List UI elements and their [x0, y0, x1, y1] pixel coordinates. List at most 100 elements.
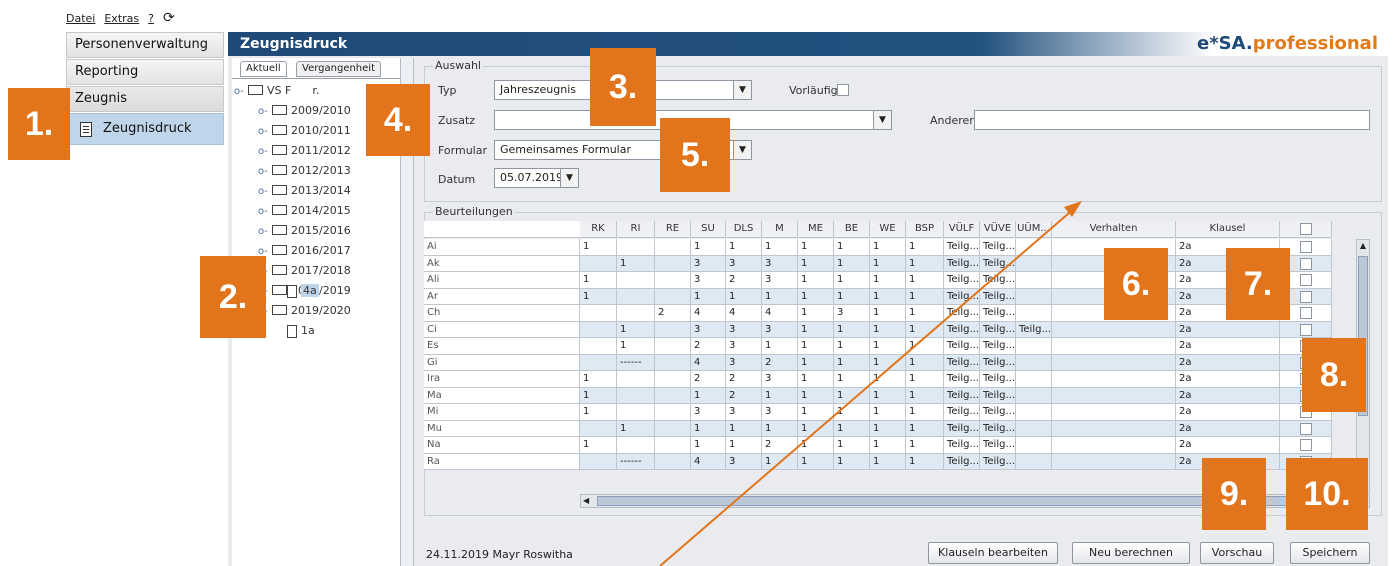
tree-year[interactable]: ο- 2015/2016	[258, 222, 351, 240]
row-checkbox[interactable]	[1300, 274, 1312, 286]
callout-4: 4.	[366, 84, 430, 156]
vorschau-button[interactable]: Vorschau	[1200, 542, 1274, 564]
table-row-name[interactable]: Mi	[424, 404, 580, 421]
row-select-cell[interactable]	[1280, 437, 1332, 454]
table-row-name[interactable]: Ci	[424, 321, 580, 338]
select-all-checkbox[interactable]	[1300, 223, 1312, 235]
row-checkbox[interactable]	[1300, 241, 1312, 253]
document-list-icon	[80, 122, 92, 137]
row-select-cell[interactable]	[1280, 321, 1332, 338]
folder-icon	[272, 205, 287, 215]
table-row-name[interactable]: Ak	[424, 255, 580, 272]
nav-zeugnisdruck[interactable]: Zeugnisdruck	[66, 113, 224, 145]
tree-year[interactable]: ο- 2012/2013	[258, 162, 351, 180]
nav-personenverwaltung[interactable]: Personenverwaltung	[66, 32, 224, 58]
table-cell[interactable]	[580, 453, 617, 470]
arrow-up-icon[interactable]: ▲	[1357, 240, 1369, 252]
row-checkbox[interactable]	[1300, 422, 1312, 435]
table-cell[interactable]: 2a	[1176, 321, 1280, 338]
tree-class-1a[interactable]: 1a	[287, 322, 315, 340]
table-cell[interactable]: 1	[580, 371, 617, 388]
arrow-left-icon[interactable]: ◀	[583, 495, 589, 507]
table-cell[interactable]: 1	[580, 272, 617, 289]
nav-label: Zeugnisdruck	[103, 121, 192, 136]
row-checkbox[interactable]	[1300, 439, 1312, 451]
callout-1: 1.	[8, 88, 70, 160]
nav-reporting[interactable]: Reporting	[66, 59, 224, 85]
tree-year[interactable]: ο- 2010/2011	[258, 122, 351, 140]
folder-icon	[272, 145, 287, 155]
tree-year[interactable]: ο- 2016/2017	[258, 242, 351, 260]
row-select-cell[interactable]	[1280, 420, 1332, 437]
row-checkbox[interactable]	[1300, 290, 1312, 303]
tab-aktuell[interactable]: Aktuell	[240, 61, 287, 77]
table-cell[interactable]: 2a	[1176, 437, 1280, 454]
tree-year[interactable]: ο- 2014/2015	[258, 202, 351, 220]
table-header-blank	[424, 221, 580, 238]
table-row-name[interactable]: Ali	[424, 272, 580, 289]
table-cell[interactable]	[580, 321, 617, 338]
tree-year[interactable]: ο-2019/2020	[258, 302, 351, 320]
table-cell[interactable]: 2a	[1176, 387, 1280, 404]
tree-root[interactable]: ο- VS F r.	[234, 82, 319, 100]
chevron-down-icon[interactable]: ▼	[733, 141, 751, 159]
column-header[interactable]: RK	[580, 221, 617, 238]
table-row-name[interactable]: Ch	[424, 305, 580, 322]
callout-3: 3.	[590, 48, 656, 126]
table-row-name[interactable]: Gi	[424, 354, 580, 371]
table-row-name[interactable]: Ra	[424, 453, 580, 470]
table-row-name[interactable]: Es	[424, 338, 580, 355]
table-cell[interactable]: 2a	[1176, 354, 1280, 371]
menu-datei[interactable]: Datei	[66, 12, 95, 25]
table-cell[interactable]	[580, 305, 617, 322]
table-row-name[interactable]: Ai	[424, 239, 580, 256]
vorlaeufig-checkbox[interactable]	[837, 84, 849, 96]
table-cell[interactable]: 1	[580, 437, 617, 454]
table-row-name[interactable]: Ar	[424, 288, 580, 305]
table-row-name[interactable]: Ma	[424, 387, 580, 404]
table-cell[interactable]: 2a	[1176, 371, 1280, 388]
table-cell[interactable]: 1	[580, 387, 617, 404]
tree-year[interactable]: ο- 2011/2012	[258, 142, 351, 160]
nav-zeugnis[interactable]: Zeugnis	[66, 86, 224, 112]
document-icon	[287, 284, 297, 298]
table-cell[interactable]: 1	[580, 239, 617, 256]
select-all-header[interactable]	[1280, 221, 1332, 238]
table-cell[interactable]	[580, 354, 617, 371]
table-cell[interactable]	[580, 255, 617, 272]
column-header[interactable]: Klausel	[1176, 221, 1280, 238]
table-cell[interactable]: 2a	[1176, 338, 1280, 355]
folder-icon	[272, 285, 287, 295]
tree-year[interactable]: ο- 2009/2010	[258, 102, 351, 120]
tab-vergangenheit[interactable]: Vergangenheit	[296, 61, 381, 77]
table-cell[interactable]: 2a	[1176, 420, 1280, 437]
row-checkbox[interactable]	[1300, 257, 1312, 270]
chevron-down-icon[interactable]: ▼	[560, 169, 578, 187]
table-cell[interactable]: 1	[580, 404, 617, 421]
table-cell[interactable]	[580, 420, 617, 437]
chevron-down-icon[interactable]: ▼	[733, 81, 751, 99]
row-checkbox[interactable]	[1300, 307, 1312, 319]
table-cell[interactable]: 1	[580, 288, 617, 305]
table-row-name[interactable]: Mu	[424, 420, 580, 437]
chevron-down-icon[interactable]: ▼	[873, 111, 891, 129]
group-title: Auswahl	[433, 59, 483, 72]
table-cell[interactable]: 2a	[1176, 404, 1280, 421]
nav-label: Personenverwaltung	[75, 37, 208, 52]
folder-icon	[248, 85, 263, 95]
row-checkbox[interactable]	[1300, 323, 1312, 336]
anderer-input[interactable]	[974, 110, 1370, 130]
speichern-button[interactable]: Speichern	[1290, 542, 1370, 564]
vorlaeufig-label: Vorläufig	[789, 84, 838, 97]
tree-year[interactable]: ο-2017/2018	[258, 262, 351, 280]
refresh-icon[interactable]: ⟳	[163, 10, 175, 26]
table-row-name[interactable]: Na	[424, 437, 580, 454]
menu-extras[interactable]: Extras	[104, 12, 139, 25]
callout-8: 8.	[1302, 338, 1366, 412]
menu-help[interactable]: ?	[148, 12, 154, 25]
tree-class-4a[interactable]: 4a	[287, 282, 319, 300]
datum-picker[interactable]: 05.07.2019 ▼	[494, 168, 579, 188]
table-cell[interactable]	[580, 338, 617, 355]
table-row-name[interactable]: Ira	[424, 371, 580, 388]
tree-year[interactable]: ο- 2013/2014	[258, 182, 351, 200]
